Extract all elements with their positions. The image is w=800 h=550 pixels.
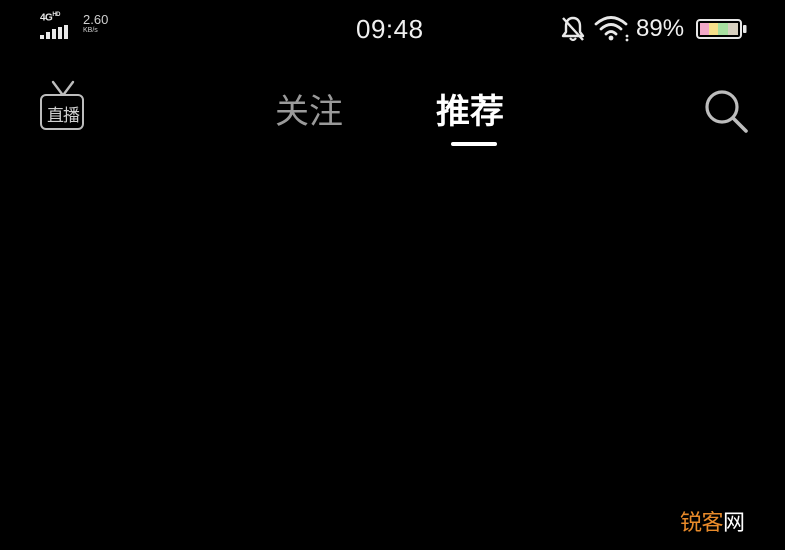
network-label: 4G xyxy=(40,12,53,24)
top-nav: 直播 关注 推荐 xyxy=(0,60,785,160)
watermark: 锐客网 xyxy=(680,505,745,537)
live-label: 直播 xyxy=(47,106,80,126)
battery-icon xyxy=(696,19,747,39)
network-speed: 2.60 KB/s xyxy=(83,13,108,34)
watermark-main: 锐客 xyxy=(680,511,724,536)
network-badge: HD xyxy=(52,12,61,18)
active-tab-indicator xyxy=(451,142,497,146)
tab-follow[interactable]: 关注 xyxy=(275,84,343,133)
speed-unit: KB/s xyxy=(83,27,98,34)
app-screen: 4GHD 2.60 KB/s 09:48 89% 直播 关注 推荐 锐客网 xyxy=(0,0,785,550)
network-indicator: 4GHD xyxy=(40,12,76,40)
speed-value: 2.60 xyxy=(83,12,109,27)
search-icon[interactable] xyxy=(700,86,752,138)
watermark-end: 网 xyxy=(723,511,745,536)
live-button[interactable]: 直播 xyxy=(38,80,90,136)
signal-icon xyxy=(40,25,72,39)
wifi-icon xyxy=(594,16,629,42)
status-time: 09:48 xyxy=(356,14,424,44)
status-bar: 4GHD 2.60 KB/s 09:48 89% xyxy=(0,0,785,56)
network-type: 4GHD xyxy=(40,12,60,23)
tab-recommend[interactable]: 推荐 xyxy=(436,84,504,133)
battery-percent: 89% xyxy=(636,15,685,42)
silent-bell-icon xyxy=(561,16,585,42)
